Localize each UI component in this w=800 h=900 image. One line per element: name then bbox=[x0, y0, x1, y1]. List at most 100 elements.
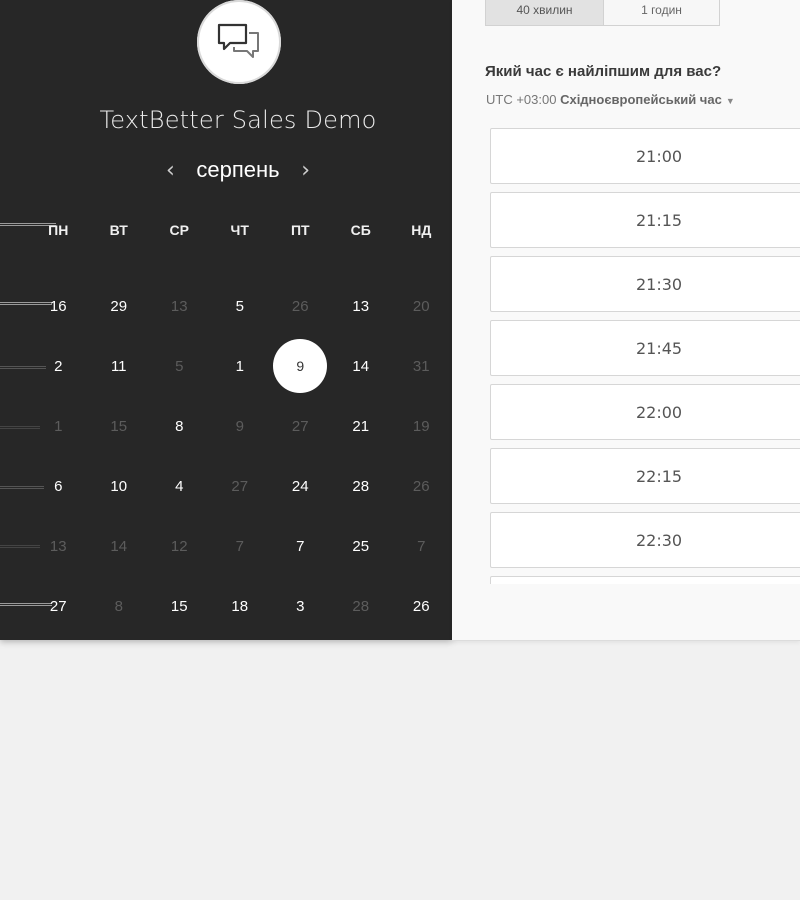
time-slot-button[interactable]: 21:15 bbox=[490, 192, 800, 248]
day-number: 26 bbox=[412, 477, 430, 495]
day-number: 28 bbox=[352, 597, 370, 615]
calendar-day[interactable]: 14 bbox=[331, 336, 392, 396]
calendar-day: 28 bbox=[331, 576, 392, 636]
calendar-day[interactable]: 27 bbox=[28, 576, 89, 636]
day-number: 1 bbox=[54, 417, 63, 435]
calendar-day[interactable]: 28 bbox=[331, 456, 392, 516]
day-number: 18 bbox=[231, 597, 249, 615]
calendar-day[interactable]: 2 bbox=[28, 336, 89, 396]
weekday-label: ПН bbox=[48, 222, 69, 238]
calendar-day[interactable]: 4 bbox=[149, 456, 210, 516]
timezone-selector[interactable]: UTC +03:00 Східноєвропейський час ▼ bbox=[486, 92, 735, 107]
calendar-week: 27 8 15 18 3 28 26 bbox=[28, 576, 452, 636]
time-slot-button[interactable]: 22:00 bbox=[490, 384, 800, 440]
calendar-week: 6 10 4 27 24 28 26 bbox=[28, 456, 452, 516]
time-slot-button[interactable]: 21:45 bbox=[490, 320, 800, 376]
next-month-button[interactable]: › bbox=[292, 158, 320, 183]
calendar-week: 13 14 12 7 7 25 7 bbox=[28, 516, 452, 576]
time-slot-button[interactable]: 21:30 bbox=[490, 256, 800, 312]
day-number: 11 bbox=[110, 357, 127, 375]
calendar-grid: ПН ВТ СР ЧТ ПТ СБ НД 16 29 13 5 26 13 20 2 11 5 1 9 14 31 1 1… bbox=[28, 200, 452, 636]
time-slot-list: 21:00 21:15 21:30 21:45 22:00 22:15 22:30 bbox=[490, 128, 800, 584]
weekday-label: СР bbox=[169, 222, 189, 238]
day-number: 26 bbox=[291, 297, 309, 315]
day-number: 6 bbox=[54, 477, 63, 495]
calendar-day[interactable]: 8 bbox=[149, 396, 210, 456]
calendar-day[interactable]: 15 bbox=[149, 576, 210, 636]
calendar-panel: TextBetter Sales Demo ‹ серпень › ПН ВТ СР… bbox=[0, 0, 452, 640]
time-selection-panel: 40 хвилин 1 годин Який час є найліпшим д… bbox=[452, 0, 800, 641]
time-slot-button[interactable]: 21:00 bbox=[490, 128, 800, 184]
calendar-day-selected[interactable]: 9 bbox=[270, 336, 331, 396]
day-number: 1 bbox=[235, 357, 244, 375]
day-number: 31 bbox=[412, 357, 430, 375]
calendar-day[interactable]: 11 bbox=[89, 336, 150, 396]
time-slot-button[interactable]: 22:15 bbox=[490, 448, 800, 504]
calendar-day[interactable]: 16 bbox=[28, 276, 89, 336]
day-number: 27 bbox=[231, 477, 249, 495]
day-number: 3 bbox=[296, 597, 305, 615]
duration-tab-40min[interactable]: 40 хвилин bbox=[485, 0, 604, 26]
calendar-day[interactable]: 3 bbox=[270, 576, 331, 636]
prev-month-button[interactable]: ‹ bbox=[156, 158, 184, 183]
day-number: 13 bbox=[170, 297, 188, 315]
day-number: 14 bbox=[352, 357, 370, 375]
day-number: 27 bbox=[49, 597, 67, 615]
day-number: 15 bbox=[170, 597, 188, 615]
calendar-day: 27 bbox=[210, 456, 271, 516]
calendar-day: 15 bbox=[89, 396, 150, 456]
month-label: серпень bbox=[196, 157, 280, 182]
calendar-day[interactable]: 7 bbox=[270, 516, 331, 576]
month-navigation: ‹ серпень › bbox=[150, 152, 326, 188]
calendar-day[interactable]: 29 bbox=[89, 276, 150, 336]
calendar-day: 19 bbox=[391, 396, 452, 456]
calendar-day: 12 bbox=[149, 516, 210, 576]
calendar-day[interactable]: 1 bbox=[210, 336, 271, 396]
calendar-day: 31 bbox=[391, 336, 452, 396]
calendar-day[interactable]: 21 bbox=[331, 396, 392, 456]
day-number: 7 bbox=[235, 537, 244, 555]
caret-down-icon: ▼ bbox=[725, 96, 735, 106]
day-number: 21 bbox=[352, 417, 370, 435]
calendar-day[interactable]: 25 bbox=[331, 516, 392, 576]
day-number: 13 bbox=[49, 537, 67, 555]
calendar-day[interactable]: 5 bbox=[210, 276, 271, 336]
calendar-day[interactable]: 18 bbox=[210, 576, 271, 636]
calendar-day[interactable]: 6 bbox=[28, 456, 89, 516]
day-number: 5 bbox=[235, 297, 244, 315]
duration-tab-1h[interactable]: 1 годин bbox=[604, 0, 720, 26]
calendar-day[interactable]: 24 bbox=[270, 456, 331, 516]
time-slot-button[interactable]: 22:30 bbox=[490, 512, 800, 568]
calendar-day: 20 bbox=[391, 276, 452, 336]
day-number: 9 bbox=[235, 417, 244, 435]
calendar-day: 13 bbox=[28, 516, 89, 576]
day-number: 7 bbox=[296, 537, 305, 555]
calendar-day: 9 bbox=[210, 396, 271, 456]
weekday-label: ВТ bbox=[109, 222, 128, 238]
time-slot-button[interactable] bbox=[490, 576, 800, 584]
day-number: 14 bbox=[110, 537, 128, 555]
calendar-day: 14 bbox=[89, 516, 150, 576]
calendar-week: 2 11 5 1 9 14 31 bbox=[28, 336, 452, 396]
calendar-week: 1 15 8 9 27 21 19 bbox=[28, 396, 452, 456]
day-number: 24 bbox=[291, 477, 309, 495]
calendar-day[interactable]: 13 bbox=[331, 276, 392, 336]
calendar-day: 13 bbox=[149, 276, 210, 336]
event-title: TextBetter Sales Demo bbox=[99, 106, 377, 134]
timezone-name: Східноєвропейський час bbox=[560, 92, 722, 107]
event-logo bbox=[197, 0, 281, 84]
day-number: 26 bbox=[412, 597, 430, 615]
weekday-label: СБ bbox=[350, 222, 371, 238]
day-number: 13 bbox=[352, 297, 370, 315]
calendar-day: 5 bbox=[149, 336, 210, 396]
calendar-day[interactable]: 10 bbox=[89, 456, 150, 516]
day-number: 4 bbox=[175, 477, 184, 495]
day-number: 5 bbox=[175, 357, 184, 375]
calendar-day: 26 bbox=[391, 456, 452, 516]
weekday-header: ПН ВТ СР ЧТ ПТ СБ НД bbox=[28, 200, 452, 260]
day-number: 16 bbox=[49, 297, 67, 315]
calendar-day[interactable]: 26 bbox=[391, 576, 452, 636]
calendar-day: 27 bbox=[270, 396, 331, 456]
calendar-week: 16 29 13 5 26 13 20 bbox=[28, 276, 452, 336]
time-question: Який час є найліпшим для вас? bbox=[485, 63, 722, 80]
